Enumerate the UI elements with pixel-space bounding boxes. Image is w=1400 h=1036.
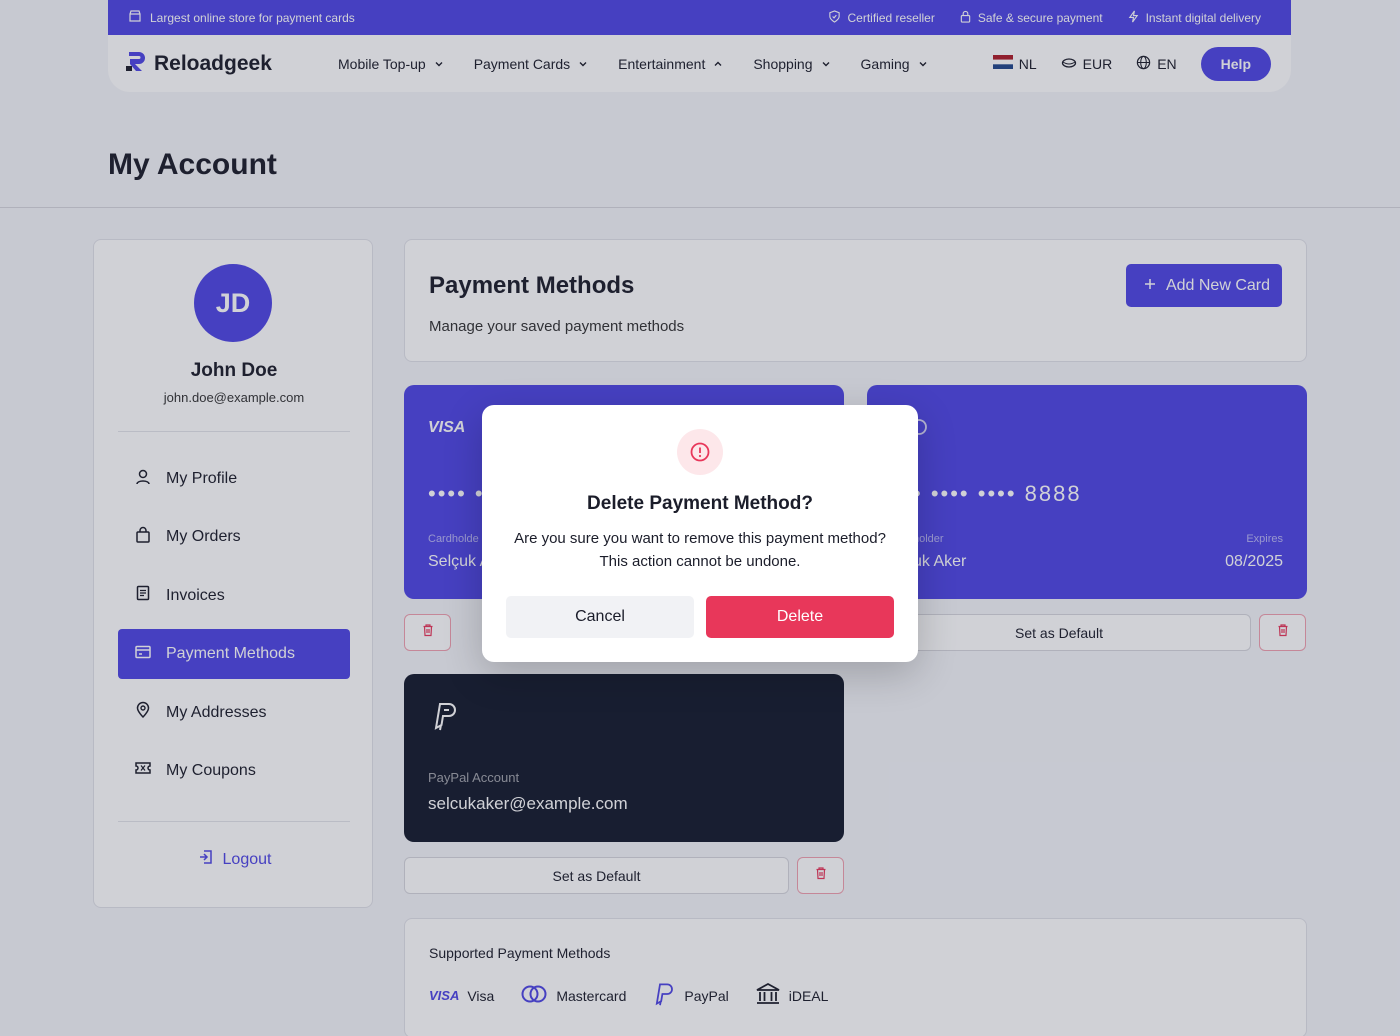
dialog-title: Delete Payment Method? [587,493,813,514]
dialog-body-line: This action cannot be undone. [599,553,801,570]
dialog-body-line: Are you sure you want to remove this pay… [514,530,886,547]
delete-button[interactable]: Delete [706,596,894,638]
dialog-body: Are you sure you want to remove this pay… [502,527,898,573]
warning-icon [677,429,723,475]
delete-confirm-dialog: Delete Payment Method? Are you sure you … [482,405,918,662]
cancel-button[interactable]: Cancel [506,596,694,638]
